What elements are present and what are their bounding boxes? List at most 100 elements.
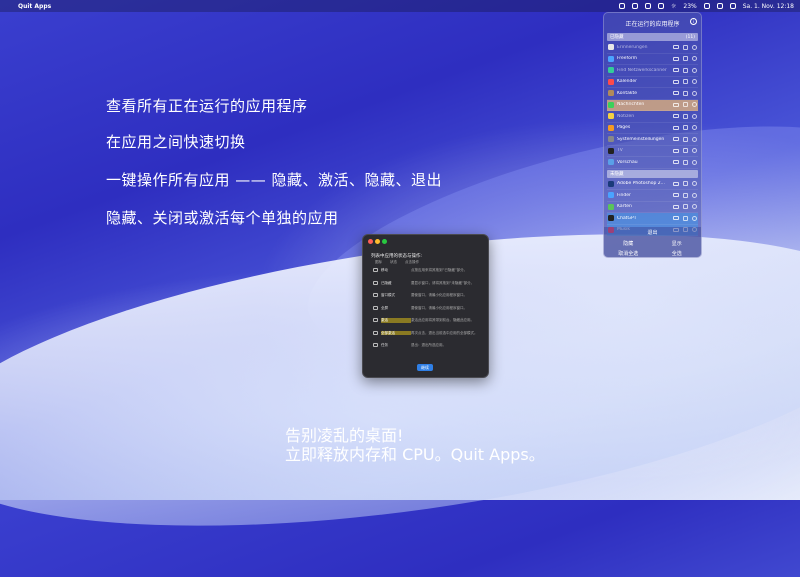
window-icon[interactable] (683, 125, 688, 131)
clock[interactable]: Sa. 1. Nov. 12:18 (743, 3, 794, 10)
app-row[interactable]: Erinnerungen (607, 42, 698, 54)
quit-icon[interactable] (692, 90, 697, 96)
quit-icon[interactable] (692, 159, 697, 165)
quit-icon[interactable] (692, 102, 697, 108)
panel-footer: 退出 隐藏 显示 取消全选 全选 (604, 227, 701, 257)
window-icon[interactable] (683, 215, 688, 221)
quit-button[interactable]: 退出 (604, 229, 701, 236)
quit-icon[interactable] (692, 136, 697, 142)
quit-icon[interactable] (692, 79, 697, 85)
window-icon[interactable] (683, 44, 688, 50)
window-icon[interactable] (683, 90, 688, 96)
dialog-row: 窗口模式 要使窗口，请最小化应用程序窗口。 (373, 293, 483, 298)
eye-icon[interactable] (673, 114, 679, 119)
window-icon[interactable] (683, 192, 688, 198)
hidden-apps-list: Erinnerungen Freeform Find Netzwerkscanner… (604, 42, 701, 169)
brightness-icon[interactable]: ☼ (671, 3, 676, 10)
quit-icon[interactable] (692, 192, 697, 198)
panel-title-text: 正在运行的应用程序 (625, 21, 680, 28)
window-icon[interactable] (683, 204, 688, 210)
window-icon[interactable] (683, 113, 688, 119)
app-icon (608, 124, 614, 131)
eye-icon[interactable] (673, 160, 679, 165)
app-row[interactable]: Vorschau (607, 157, 698, 169)
window-icon[interactable] (683, 181, 688, 187)
close-icon[interactable] (368, 239, 373, 244)
app-row[interactable]: Systemeinstellungen (607, 134, 698, 146)
app-row[interactable]: Notizen (607, 111, 698, 123)
dialog-title: 列表中应用的状态与操作: (371, 254, 423, 259)
dialog-row: 已隐藏 要显示窗口，请将其拖到“未隐藏”部分。 (373, 280, 483, 286)
app-icon (608, 67, 614, 74)
eye-icon[interactable] (673, 193, 679, 198)
quit-icon[interactable] (692, 181, 697, 187)
window-icon[interactable] (683, 136, 688, 142)
app-row[interactable]: Kalender (607, 77, 698, 88)
dialog-row-label: 全部激活 (381, 330, 411, 335)
wifi-icon[interactable] (716, 3, 723, 9)
col-icon-header: 图标 (375, 260, 382, 264)
hide-button[interactable]: 隐藏 (604, 240, 653, 247)
quit-icon[interactable] (692, 204, 697, 210)
battery-icon[interactable] (703, 3, 710, 9)
eye-icon[interactable] (673, 204, 679, 209)
eye-icon[interactable] (673, 91, 679, 96)
app-row[interactable]: Finder (607, 190, 698, 202)
status-icon[interactable] (631, 3, 638, 9)
quit-icon[interactable] (692, 67, 697, 73)
quit-apps-menu-icon[interactable] (657, 3, 664, 9)
section-visible-header: 未隐藏 (607, 169, 698, 178)
eye-icon[interactable] (673, 216, 679, 221)
quit-icon[interactable] (692, 113, 697, 119)
window-icon[interactable] (683, 159, 688, 165)
menu-app-name[interactable]: Quit Apps (18, 3, 51, 10)
dropbox-icon[interactable] (644, 3, 651, 9)
eye-icon[interactable] (673, 125, 679, 130)
app-row[interactable]: Nachrichten (607, 99, 698, 111)
quit-icon[interactable] (692, 215, 697, 221)
window-icon[interactable] (683, 102, 688, 108)
control-center-icon[interactable] (729, 3, 736, 9)
eye-icon[interactable] (673, 137, 679, 142)
app-icon (608, 113, 614, 120)
quit-icon[interactable] (692, 148, 697, 154)
eye-icon[interactable] (673, 102, 679, 107)
app-name: Nachrichten (617, 102, 645, 108)
state-icon (373, 268, 378, 272)
eye-icon[interactable] (673, 68, 679, 73)
app-icon (608, 55, 614, 62)
show-button[interactable]: 显示 (653, 240, 702, 247)
info-icon[interactable]: i (690, 18, 697, 25)
eye-icon[interactable] (673, 56, 679, 61)
window-icon[interactable] (683, 148, 688, 154)
select-all-button[interactable]: 全选 (653, 250, 702, 257)
section-visible-label: 未隐藏 (610, 171, 624, 177)
window-icon[interactable] (683, 56, 688, 62)
continue-button[interactable]: 继续 (417, 364, 433, 371)
app-row[interactable]: Pages (607, 123, 698, 134)
app-row[interactable]: ChatGPT (607, 213, 698, 225)
app-row[interactable]: TV (607, 146, 698, 157)
app-row[interactable]: Find Netzwerkscanner (607, 65, 698, 77)
app-row[interactable]: Karten (607, 202, 698, 213)
window-icon[interactable] (683, 79, 688, 85)
quit-icon[interactable] (692, 56, 697, 62)
section-hidden-label: 已隐藏 (610, 35, 624, 40)
app-name: Systemeinstellungen (617, 136, 665, 142)
app-row[interactable]: Kontakte (607, 88, 698, 100)
feature-line-3: 一键操作所有应用 —— 隐藏、激活、隐藏、退出 (106, 171, 443, 189)
quit-icon[interactable] (692, 44, 697, 50)
minimize-icon[interactable] (375, 239, 380, 244)
eye-icon[interactable] (673, 45, 679, 50)
eye-icon[interactable] (673, 148, 679, 153)
window-icon[interactable] (683, 67, 688, 73)
quit-icon[interactable] (692, 125, 697, 131)
search-icon[interactable] (618, 3, 625, 9)
zoom-icon[interactable] (382, 239, 387, 244)
eye-icon[interactable] (673, 181, 679, 186)
deselect-all-button[interactable]: 取消全选 (604, 250, 653, 257)
app-row[interactable]: Freeform (607, 54, 698, 65)
app-icon (608, 215, 614, 222)
app-row[interactable]: Adobe Photoshop 2... (607, 179, 698, 190)
eye-icon[interactable] (673, 79, 679, 84)
